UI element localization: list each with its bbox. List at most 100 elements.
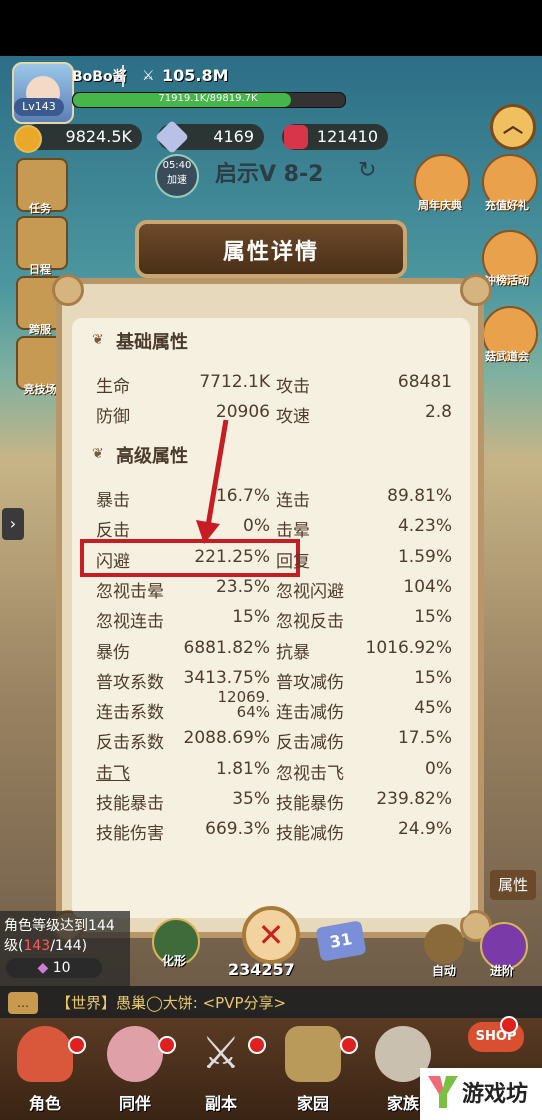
- attr-value: 24.9%: [397, 819, 452, 840]
- attr-row: 暴伤 6881.82% 抗暴 1016.92%: [96, 638, 452, 664]
- attr-name: 技能伤害: [96, 824, 164, 845]
- attr-name: 反击系数: [96, 733, 164, 754]
- attr-row: 生命 7712.1K 攻击 68481: [96, 372, 452, 398]
- attr-row: 击飞 1.81% 忽视击飞 0%: [96, 759, 452, 785]
- attr-value: 7712.1K: [199, 372, 270, 392]
- attr-value: 15%: [232, 607, 270, 628]
- attr-value: 1.81%: [215, 758, 270, 779]
- companion-icon: [107, 1026, 163, 1082]
- leaf-icon: ❦: [92, 332, 104, 348]
- attr-name: 忽视击飞: [276, 763, 344, 784]
- attr-name: 连击: [276, 491, 310, 511]
- attr-value: 221.25%: [194, 546, 270, 567]
- leaf-icon: ❦: [92, 446, 104, 462]
- attr-row: 反击 0% 击晕 4.23%: [96, 516, 452, 542]
- attr-name: 暴击: [96, 491, 130, 511]
- attr-row: 闪避 221.25% 回复 1.59%: [96, 547, 452, 573]
- gold-coin-icon: [14, 125, 42, 153]
- attr-row: 暴击 16.7% 连击 89.81%: [96, 486, 452, 512]
- auto-gear-icon[interactable]: [424, 924, 464, 964]
- notification-dot: [158, 1036, 176, 1054]
- refresh-icon[interactable]: ↻: [358, 158, 376, 183]
- attr-value: 15%: [414, 667, 452, 688]
- attr-row: 技能伤害 669.3% 技能减伤 24.9%: [96, 819, 452, 845]
- attr-name: 技能减伤: [276, 824, 344, 845]
- quest-progress-total: /144): [50, 938, 88, 954]
- right-menu-label: 周年庆典: [418, 199, 462, 212]
- attr-value: 35%: [232, 789, 270, 809]
- nav-label: 角色: [28, 1094, 61, 1113]
- attr-value: 16.7%: [215, 486, 270, 506]
- attr-value: 0%: [425, 758, 452, 779]
- attr-name: 攻击: [276, 377, 310, 397]
- attr-value: 17.5%: [397, 728, 452, 749]
- nav-label: 家园: [296, 1094, 329, 1113]
- nav-label: 副本: [204, 1094, 237, 1113]
- speedup-timer[interactable]: 05:40 加速: [155, 154, 199, 198]
- right-menu-label: 充值好礼: [485, 199, 529, 212]
- hp-text: 71919.1K/89819.7K: [158, 93, 258, 104]
- attr-row: 防御 20906 攻速 2.8: [96, 402, 452, 428]
- reward-amount: 10: [52, 960, 71, 976]
- ticket-badge: 31: [315, 920, 367, 962]
- player-level: Lv143: [14, 98, 64, 116]
- attr-name: 击晕: [276, 521, 310, 542]
- attr-name: 反击减伤: [276, 733, 344, 754]
- attr-name: 暴伤: [96, 642, 130, 663]
- attr-name: 攻速: [276, 407, 310, 427]
- reward-gem-icon: ◆: [37, 960, 53, 976]
- attr-value: 68481: [397, 372, 452, 392]
- attr-name: 普攻系数: [96, 672, 164, 693]
- nav-label: 同伴: [118, 1094, 151, 1113]
- house-icon: [285, 1026, 341, 1082]
- sword-icon: ⚔: [142, 68, 155, 84]
- collapse-menu-button[interactable]: ︿: [490, 104, 536, 150]
- attr-value: 89.81%: [387, 486, 452, 506]
- attr-name: 忽视闪避: [276, 581, 344, 602]
- mushroom-icon: [17, 1026, 73, 1082]
- attr-name: 忽视反击: [276, 612, 344, 633]
- attr-row: 连击系数 12069. 64% 连击减伤 45%: [96, 690, 452, 724]
- quest-progress-current: 143: [23, 938, 51, 954]
- attr-value: 4.23%: [397, 516, 452, 537]
- close-button[interactable]: [242, 906, 300, 964]
- dialog-title: 属性详情: [222, 240, 319, 265]
- attr-value: 1016.92%: [365, 637, 452, 658]
- basic-attributes-title: 基础属性: [116, 332, 188, 353]
- notification-dot: [68, 1036, 86, 1054]
- advance-label: 进阶: [489, 964, 514, 978]
- attr-name: 防御: [96, 407, 130, 427]
- crossed-swords-icon: ⚔: [201, 1028, 241, 1079]
- chat-bubble-icon[interactable]: …: [8, 992, 38, 1014]
- attr-row: 普攻系数 3413.75% 普攻减伤 15%: [96, 668, 452, 694]
- attr-name: 连击减伤: [276, 703, 344, 724]
- attr-value: 104%: [403, 576, 452, 597]
- attr-value: 0%: [243, 516, 270, 537]
- attr-value: 23.5%: [215, 576, 270, 597]
- attr-value: 12069. 64%: [217, 688, 271, 722]
- timer-label: 加速: [167, 175, 187, 186]
- battle-count: 234257: [228, 960, 295, 979]
- advanced-attributes-title: 高级属性: [116, 446, 188, 467]
- attr-value: 669.3%: [205, 819, 270, 840]
- attr-value: 45%: [414, 698, 452, 719]
- watermark-logo-icon: [428, 1076, 458, 1108]
- rope-knot-decoration: [52, 274, 84, 306]
- notification-dot: [340, 1036, 358, 1054]
- attr-name: 普攻减伤: [276, 672, 344, 693]
- attr-name: 回复: [276, 551, 310, 572]
- attr-name: 闪避: [96, 551, 130, 572]
- divider: [122, 65, 124, 87]
- player-name: BoBo酱: [72, 69, 127, 85]
- attr-value: 1.59%: [397, 546, 452, 567]
- attr-value: 239.82%: [376, 789, 452, 809]
- watermark-text: 游戏坊: [462, 1082, 529, 1107]
- attr-name: 生命: [96, 377, 130, 397]
- quest-reward: ◆ 10: [6, 958, 102, 978]
- stage-label: 启示V 8-2: [215, 162, 324, 187]
- expand-arrow-icon[interactable]: ›: [2, 508, 24, 540]
- attribute-tab[interactable]: 属性: [490, 870, 536, 900]
- attr-value: 3413.75%: [183, 667, 270, 688]
- game-scene: Lv143 BoBo酱 ⚔ 105.8M 71919.1K/89819.7K 9…: [0, 56, 542, 1120]
- notification-dot: [248, 1036, 266, 1054]
